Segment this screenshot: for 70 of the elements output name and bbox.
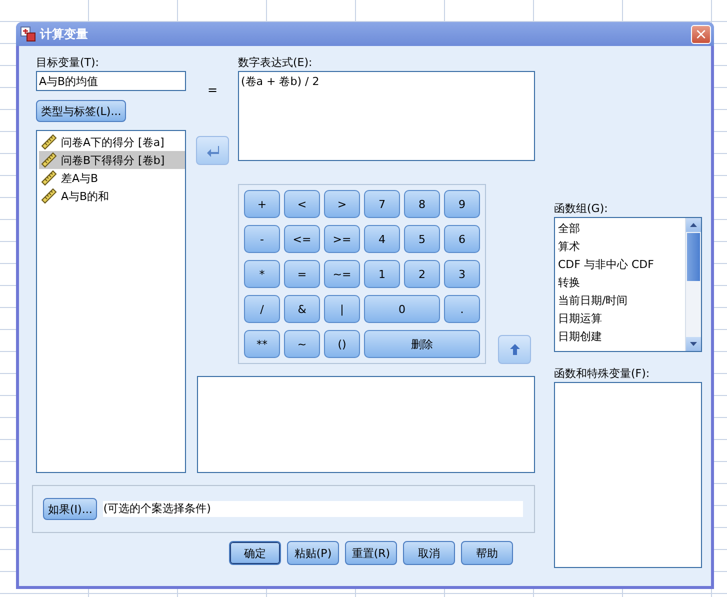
keypad-key[interactable]: * <box>244 260 280 288</box>
scrollbar[interactable] <box>685 218 701 351</box>
keypad-key[interactable]: = <box>284 260 320 288</box>
variable-item[interactable]: 问卷A下的得分 [卷a] <box>39 133 168 151</box>
variable-item[interactable]: A与B的和 <box>39 187 114 205</box>
calculator-icon <box>20 26 36 42</box>
condition-text: (可选的个案选择条件) <box>103 501 524 517</box>
keypad-key[interactable]: 2 <box>404 260 440 288</box>
variable-name: A与B的和 <box>61 188 110 204</box>
scroll-up-icon <box>690 223 697 227</box>
keypad-key[interactable]: - <box>244 225 280 253</box>
keypad-key[interactable]: . <box>444 295 480 323</box>
keypad-key[interactable]: <= <box>284 225 320 253</box>
dialog-button[interactable]: 帮助 <box>461 541 513 565</box>
dialog-button[interactable]: 确定 <box>229 541 281 565</box>
function-group-item[interactable]: 全部 <box>558 220 580 238</box>
keypad-key[interactable]: 8 <box>404 190 440 218</box>
up-arrow-icon <box>510 344 520 355</box>
keypad-key[interactable]: 1 <box>364 260 400 288</box>
variable-name: 差A与B <box>61 170 98 186</box>
expression-label: 数字表达式(E): <box>238 56 312 69</box>
variable-name: 问卷A下的得分 [卷a] <box>61 134 164 150</box>
keypad-key[interactable]: >= <box>324 225 360 253</box>
function-group-item[interactable]: 日期创建 <box>558 328 602 346</box>
keypad-key[interactable]: ** <box>244 330 280 358</box>
function-group-label: 函数组(G): <box>554 202 608 215</box>
dialog-button[interactable]: 取消 <box>403 541 455 565</box>
keypad-key[interactable]: | <box>324 295 360 323</box>
keypad-key[interactable]: ~= <box>324 260 360 288</box>
function-group-item[interactable]: CDF 与非中心 CDF <box>558 256 654 274</box>
keypad-key[interactable]: 3 <box>444 260 480 288</box>
window-title: 计算变量 <box>40 26 89 42</box>
keypad-key[interactable]: 6 <box>444 225 480 253</box>
keypad-key[interactable]: / <box>244 295 280 323</box>
function-group-item[interactable]: 当前日期/时间 <box>558 292 628 310</box>
ruler-icon <box>41 170 57 186</box>
variable-item[interactable]: 问卷B下得得分 [卷b] <box>39 151 185 169</box>
keypad-key[interactable]: < <box>284 190 320 218</box>
keypad-key[interactable]: ~ <box>284 330 320 358</box>
equals-sign: = <box>207 83 218 97</box>
variable-name: 问卷B下得得分 [卷b] <box>61 152 165 168</box>
special-variables-label: 函数和特殊变量(F): <box>554 367 650 380</box>
target-label: 目标变量(T): <box>36 56 100 69</box>
keypad-key[interactable]: + <box>244 190 280 218</box>
scroll-down-icon <box>690 342 697 346</box>
keypad-key[interactable]: 9 <box>444 190 480 218</box>
keypad-key[interactable]: () <box>324 330 360 358</box>
keypad-key[interactable]: 0 <box>364 295 440 323</box>
type-label-button[interactable]: 类型与标签(L)... <box>36 100 126 122</box>
function-group-item[interactable]: 日期运算 <box>558 310 602 328</box>
move-button[interactable] <box>196 136 229 165</box>
function-group-item[interactable]: 转换 <box>558 274 580 292</box>
keypad-key[interactable]: & <box>284 295 320 323</box>
keypad-key[interactable]: 7 <box>364 190 400 218</box>
ruler-icon <box>41 188 57 204</box>
keypad-key[interactable]: 5 <box>404 225 440 253</box>
variable-item[interactable]: 差A与B <box>39 169 102 187</box>
if-button[interactable]: 如果(I)... <box>43 498 98 520</box>
expression-field[interactable]: (卷a + 卷b) / 2 <box>238 71 535 161</box>
dialog-button[interactable]: 重置(R) <box>345 541 397 565</box>
target-field[interactable]: A与B的均值 <box>36 71 186 91</box>
ruler-icon <box>41 134 57 150</box>
keypad-key[interactable]: 4 <box>364 225 400 253</box>
enter-arrow-icon <box>206 144 220 156</box>
function-group-item[interactable]: 算术 <box>558 238 580 256</box>
dialog-button[interactable]: 粘贴(P) <box>287 541 339 565</box>
insert-button[interactable] <box>498 335 531 364</box>
ruler-icon <box>41 152 57 168</box>
keypad-key[interactable]: > <box>324 190 360 218</box>
keypad-key[interactable]: 删除 <box>364 330 480 358</box>
